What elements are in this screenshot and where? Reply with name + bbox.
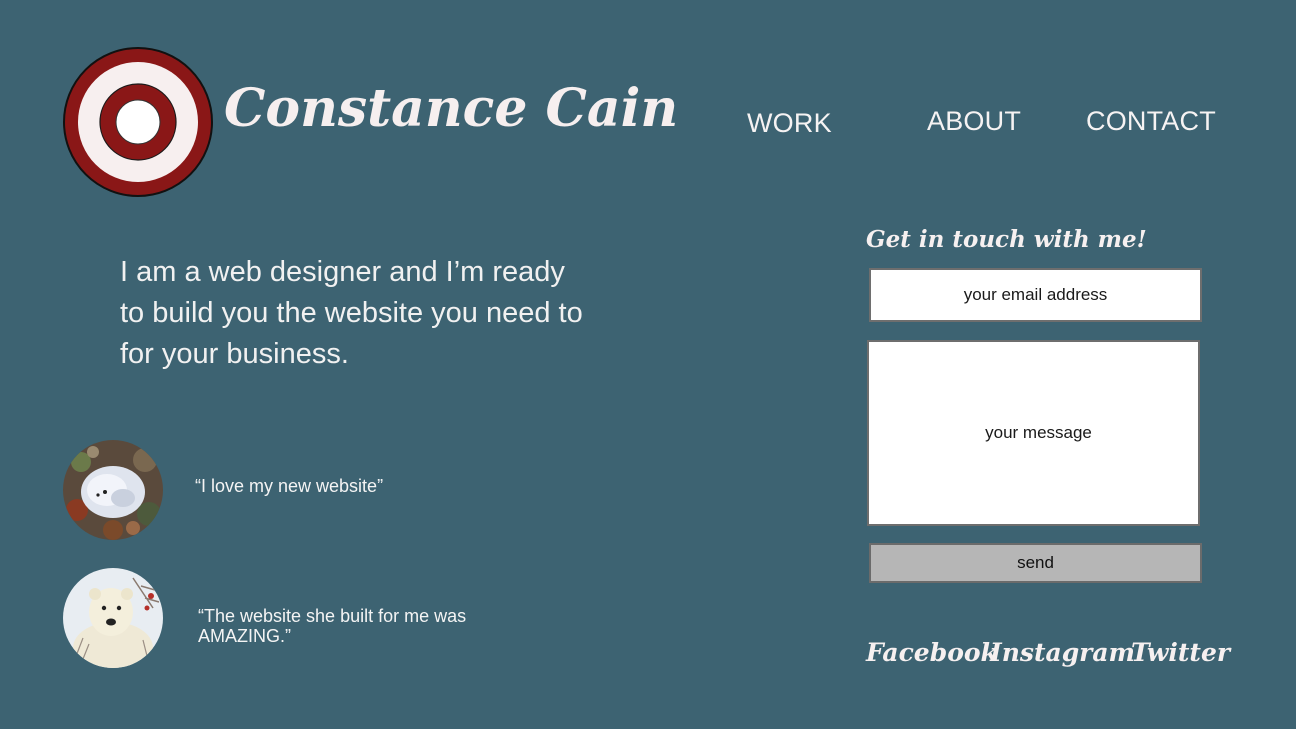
contact-form-title: Get in touch with me! bbox=[866, 226, 1147, 253]
email-field[interactable]: your email address bbox=[869, 268, 1202, 322]
testimonial-quote: “The website she built for me was AMAZIN… bbox=[198, 606, 467, 646]
message-field[interactable]: your message bbox=[867, 340, 1200, 526]
nav-work-link[interactable]: WORK bbox=[747, 108, 832, 139]
nav-contact-link[interactable]: CONTACT bbox=[1086, 106, 1216, 137]
facebook-link[interactable]: Facebook bbox=[866, 638, 998, 667]
instagram-link[interactable]: Instagram bbox=[990, 638, 1135, 667]
target-logo-icon[interactable] bbox=[62, 46, 214, 198]
polar-bear-avatar bbox=[63, 568, 163, 668]
twitter-link[interactable]: Twitter bbox=[1131, 638, 1230, 667]
intro-text: I am a web designer and I’m ready to bui… bbox=[120, 256, 583, 370]
testimonial-quote: “I love my new website” bbox=[195, 476, 384, 496]
nav-about-link[interactable]: ABOUT bbox=[927, 106, 1021, 137]
page: Constance Cain WORK ABOUT CONTACT I am a… bbox=[0, 0, 1296, 729]
send-button[interactable]: send bbox=[869, 543, 1202, 583]
arctic-fox-avatar bbox=[63, 440, 163, 540]
brand-name[interactable]: Constance Cain bbox=[224, 78, 678, 139]
